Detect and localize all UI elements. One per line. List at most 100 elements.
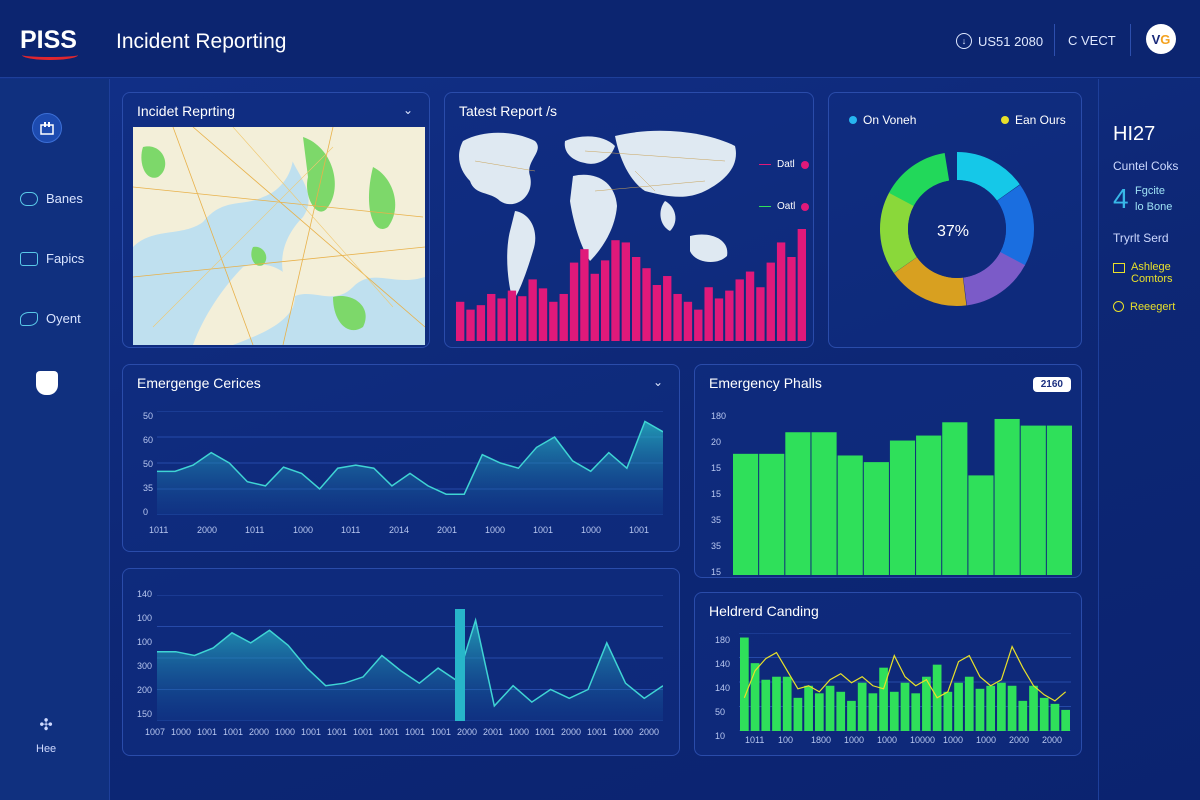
sidebar-item-oyent[interactable]: Oyent xyxy=(20,311,81,326)
legend-label: Datl xyxy=(777,159,795,170)
phall-bar xyxy=(916,435,942,575)
rail-item[interactable]: Ashlege Comtors xyxy=(1113,261,1173,285)
shield-icon[interactable] xyxy=(36,371,58,395)
canding-bar xyxy=(911,693,921,731)
report-bar xyxy=(600,260,610,341)
series-area xyxy=(157,620,663,721)
emergency-services-title: Emergenge Cerices xyxy=(137,375,261,391)
chevron-down-icon[interactable]: ⌄ xyxy=(653,375,663,389)
folder-icon xyxy=(20,251,38,266)
y-tick-label: 50 xyxy=(143,459,154,469)
x-tick-label: 1000 xyxy=(844,735,865,745)
target-icon xyxy=(1113,301,1124,312)
rail-item[interactable]: Reeegert xyxy=(1113,301,1175,313)
report-bar xyxy=(487,293,496,341)
report-bar xyxy=(694,309,703,341)
x-tick-label: 100 xyxy=(778,735,794,745)
canding-bar xyxy=(793,697,803,731)
logo-swoosh-icon xyxy=(22,50,78,60)
user-avatar[interactable]: VG xyxy=(1146,24,1176,54)
report-bar-chart xyxy=(456,229,806,341)
header-info[interactable]: ↓ US51 2080 xyxy=(956,33,1043,49)
header-action[interactable]: C VECT xyxy=(1068,33,1116,48)
y-tick-label: 35 xyxy=(711,515,722,525)
canding-bar xyxy=(889,691,899,731)
emergency-services-line-chart xyxy=(157,411,663,515)
y-tick-label: 35 xyxy=(711,541,722,551)
canding-bar xyxy=(836,691,846,731)
x-tick-label: 1011 xyxy=(245,525,265,535)
canding-bar xyxy=(825,685,835,731)
x-tick-label: 1001 xyxy=(629,525,650,535)
canding-bar xyxy=(804,685,813,731)
phall-bar xyxy=(811,432,837,575)
legend-item: Oatl xyxy=(759,201,810,212)
canding-bar xyxy=(750,663,760,731)
stat-sub: lo Bone xyxy=(1135,201,1173,213)
canding-bar xyxy=(1050,703,1060,731)
rail-item-label: Reeegert xyxy=(1130,301,1176,313)
y-tick-label: 180 xyxy=(715,635,731,645)
canding-bar xyxy=(740,637,749,731)
y-tick-label: 140 xyxy=(137,589,153,599)
y-tick-label: 15 xyxy=(711,567,722,577)
heldrerd-title: Heldrerd Canding xyxy=(709,603,819,619)
x-tick-label: 2001 xyxy=(437,525,458,535)
legend-dot xyxy=(800,160,809,169)
highlight-bar xyxy=(455,609,465,721)
donut-center-value: 37% xyxy=(937,223,970,240)
x-tick-label: 1001 xyxy=(223,727,244,737)
incident-map[interactable] xyxy=(133,127,425,345)
report-bar xyxy=(652,285,662,341)
x-tick-label: 1001 xyxy=(353,727,374,737)
x-tick-label: 1001 xyxy=(431,727,452,737)
x-tick-label: 1001 xyxy=(405,727,426,737)
sidebar-item-fapics[interactable]: Fapics xyxy=(20,251,84,266)
canding-bar xyxy=(782,676,792,731)
report-bar xyxy=(745,271,755,341)
sidebar-item-banes[interactable]: Banes xyxy=(20,191,83,206)
sidebar: Banes Fapics Oyent ✣ Hee xyxy=(0,79,110,800)
phall-bar xyxy=(759,453,785,575)
y-tick-label: 300 xyxy=(137,661,153,671)
report-bar xyxy=(714,298,724,341)
count-badge: 2160 xyxy=(1032,377,1071,392)
legend-dot xyxy=(1001,116,1009,124)
report-bar xyxy=(456,301,465,341)
stat-label: Tryrlt Serd xyxy=(1113,231,1169,245)
canding-bar xyxy=(857,682,867,731)
legend-item: On Voneh xyxy=(849,113,916,127)
report-bar xyxy=(797,229,806,341)
chevron-down-icon[interactable]: ⌄ xyxy=(403,103,413,117)
y-tick-label: 100 xyxy=(137,613,153,623)
legend-dot xyxy=(849,116,857,124)
report-bar xyxy=(663,276,672,341)
series-area xyxy=(157,421,663,515)
y-tick-label: 20 xyxy=(711,437,722,447)
latest-report-panel: Tatest Report /s Datl Oatl xyxy=(444,92,814,348)
report-bar xyxy=(528,279,537,341)
stat-sub: Fgcite xyxy=(1135,185,1165,197)
stat-number: HI27 xyxy=(1113,123,1156,145)
x-tick-label: 1000 xyxy=(293,525,314,535)
y-tick-label: 200 xyxy=(137,685,153,695)
report-bar xyxy=(611,240,620,341)
dashboard-icon[interactable] xyxy=(32,113,62,143)
trend-panel: 140 100 100 300 200 150 1007 1000 1001 1001 2000 10… xyxy=(122,568,680,756)
phall-bar xyxy=(863,462,889,575)
report-bar xyxy=(497,298,506,341)
y-tick-label: 35 xyxy=(143,483,154,493)
y-tick-label: 50 xyxy=(143,411,154,421)
heldrerd-panel: Heldrerd Canding 180 140 140 50 10 1011 100 180… xyxy=(694,592,1082,756)
report-bar xyxy=(725,290,734,341)
phall-bar xyxy=(1046,425,1072,575)
help-button[interactable]: ✣ Hee xyxy=(36,715,56,755)
canding-bar xyxy=(847,700,856,731)
avatar-accent: G xyxy=(1160,31,1171,47)
avatar-initial: V xyxy=(1151,31,1161,47)
canding-bar xyxy=(975,688,985,731)
y-tick-label: 0 xyxy=(143,507,149,517)
sidebar-item-label: Oyent xyxy=(46,311,81,326)
latest-report-title: Tatest Report /s xyxy=(459,103,558,119)
y-tick-label: 140 xyxy=(715,683,731,693)
